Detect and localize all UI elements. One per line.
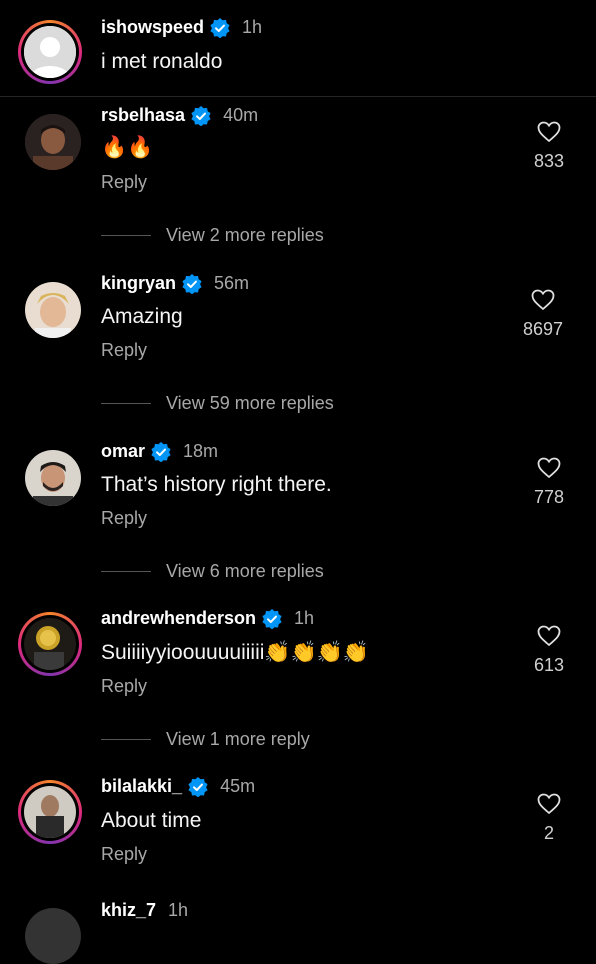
heart-icon[interactable] (537, 121, 561, 143)
caption-username[interactable]: ishowspeed 1h (101, 17, 262, 38)
heart-icon[interactable] (531, 289, 555, 311)
like-count: 833 (533, 151, 565, 171)
avatar[interactable] (25, 908, 81, 964)
view-more-replies[interactable]: View 59 more replies (101, 393, 334, 414)
verified-badge-icon (210, 17, 230, 38)
comment-text: Suiiiiyyioouuuuiiiii👏👏👏👏 (101, 641, 370, 664)
verified-badge-icon (262, 608, 282, 629)
divider-line (101, 571, 151, 572)
divider-line (101, 403, 151, 404)
comment-text: About time (101, 809, 202, 832)
view-more-replies[interactable]: View 2 more replies (101, 225, 324, 246)
avatar[interactable] (25, 282, 81, 338)
like-count: 2 (543, 823, 554, 843)
comment-username[interactable]: andrewhenderson 1h (101, 608, 314, 629)
comment-time: 40m (223, 105, 259, 125)
reply-button[interactable]: Reply (101, 844, 147, 865)
reply-button[interactable]: Reply (101, 172, 147, 193)
comment-text: Amazing (101, 305, 183, 328)
avatar[interactable] (25, 114, 81, 170)
verified-badge-icon (188, 776, 208, 797)
caption-row: ishowspeed 1h i met ronaldo (0, 0, 596, 97)
heart-icon[interactable] (537, 793, 561, 815)
avatar[interactable] (18, 612, 82, 676)
comment-username[interactable]: kingryan 56m (101, 273, 249, 294)
caption-avatar[interactable] (18, 20, 82, 84)
comment-time: 1h (294, 608, 315, 628)
avatar-image (24, 618, 76, 670)
comment-text: That’s history right there. (101, 473, 332, 496)
verified-badge-icon (151, 441, 171, 462)
heart-icon[interactable] (537, 625, 561, 647)
divider-line (101, 235, 151, 236)
heart-icon[interactable] (537, 457, 561, 479)
default-avatar-icon (24, 26, 76, 78)
verified-badge-icon (191, 105, 211, 126)
view-more-replies[interactable]: View 6 more replies (101, 561, 324, 582)
caption-text: i met ronaldo (101, 50, 223, 73)
divider-line (101, 739, 151, 740)
comment-time: 45m (220, 776, 256, 796)
reply-button[interactable]: Reply (101, 508, 147, 529)
like-count: 613 (533, 655, 565, 675)
reply-button[interactable]: Reply (101, 676, 147, 697)
avatar-image (24, 786, 76, 838)
verified-badge-icon (182, 273, 202, 294)
comment-username[interactable]: omar 18m (101, 441, 218, 462)
comment-time: 56m (214, 273, 250, 293)
avatar[interactable] (25, 450, 81, 506)
like-count: 778 (533, 487, 565, 507)
view-more-replies[interactable]: View 1 more reply (101, 729, 310, 750)
comment-username[interactable]: bilalakki_ 45m (101, 776, 255, 797)
caption-time: 1h (242, 17, 263, 37)
comment-text: 🔥🔥 (101, 136, 154, 159)
like-count: 8697 (522, 319, 564, 339)
reply-button[interactable]: Reply (101, 340, 147, 361)
avatar[interactable] (18, 780, 82, 844)
comment-username[interactable]: rsbelhasa 40m (101, 105, 258, 126)
comment-time: 18m (183, 441, 219, 461)
